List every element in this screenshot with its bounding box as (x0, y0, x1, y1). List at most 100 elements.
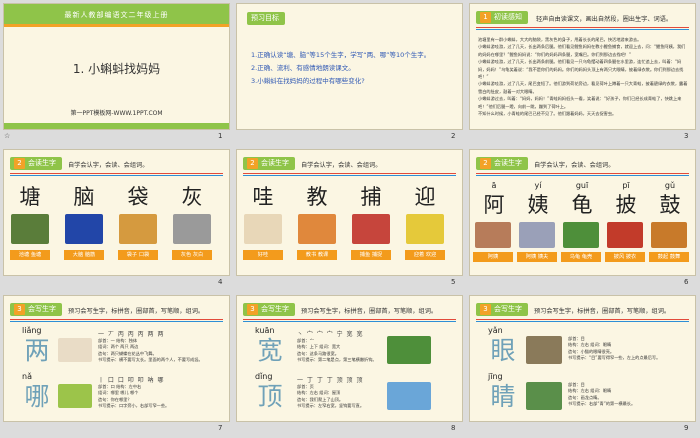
section-header: 1 初读感知 (476, 11, 528, 24)
welcome-image (406, 214, 444, 244)
bottom-band (4, 123, 229, 129)
write-char: 两 (24, 336, 50, 365)
slide-grid: 最新人教部编语文二年级上册 1. 小蝌蚪找妈妈 第一PPT模板网-WWW.1PP… (0, 0, 700, 438)
section-header: 2 会读生字 (476, 157, 528, 170)
instruction-text: 预习会写生字，标拼音，圈部首，写笔顺，组词。 (301, 308, 438, 315)
paragraph: 池塘里有一群小蝌蚪，大大的脑袋，黑灰色的身子，甩着长长的尾巴，快活地游来游去。 (478, 37, 642, 42)
word-tag: 教书 教课 (297, 250, 337, 260)
catch-image (352, 214, 390, 244)
char-illustration (526, 382, 562, 410)
char-illustration (58, 384, 92, 408)
section-header: 2 会读生字 (243, 157, 295, 170)
vocab-char: 迎 (414, 185, 436, 209)
char-pinyin: ā (491, 181, 497, 190)
pond-image (11, 214, 49, 244)
char-illustration (526, 336, 562, 364)
vocab-char: 脑 (73, 185, 95, 209)
slide-thumbnail-7[interactable]: 3 会写生字 预习会写生字，标拼音，圈部首，写笔顺，组词。 liǎng 两 一 丆… (0, 292, 233, 438)
write-char: 哪 (24, 382, 50, 411)
char-notes: 部首：页 结构：左右 组词：屋顶 造句：我们爬上了山顶。 书写提示：左窄右宽，竖… (297, 384, 364, 410)
slide-number: 4 (218, 278, 223, 286)
section-number: 1 (480, 12, 491, 23)
divider-lines (10, 173, 223, 176)
vocab-char: 灰 (181, 185, 203, 209)
slide-number: 7 (218, 424, 223, 432)
instruction-text: 轻声自由读课文，画出自然段，圈出生字、词语。 (536, 16, 673, 23)
char-pinyin: kuān (255, 326, 275, 335)
section-number: 3 (480, 304, 491, 315)
section-header: 2 会读生字 (10, 157, 62, 170)
teacher-image (298, 214, 336, 244)
cape-image (607, 222, 643, 248)
vocab-char: 姨 (527, 193, 549, 217)
divider-lines (243, 319, 456, 322)
slide-thumbnail-9[interactable]: 3 会写生字 预习会写生字，标拼音，圈部首，写笔顺，组词。 yǎn 眼 部首：目 … (466, 292, 699, 438)
vocab-char: 塘 (19, 185, 41, 209)
slide-thumbnail-3[interactable]: 1 初读感知 轻声自由读课文，画出自然段，圈出生字、词语。 池塘里有一群小蝌蚪，大… (466, 0, 699, 146)
section-header: 预习目标 (247, 12, 285, 25)
word-tag: 池塘 鱼塘 (10, 250, 50, 260)
slide-thumbnail-6[interactable]: 2 会读生字 自学会认字，会读、会组词。 ā yí guī pī gǔ 阿 姨 龟… (466, 146, 699, 292)
word-tag: 阿姨 姨夫 (517, 252, 557, 262)
lesson-text: 池塘里有一群小蝌蚪，大大的脑袋，黑灰色的身子，甩着长长的尾巴，快活地游来游去。 … (478, 36, 689, 117)
word-tag: 披风 披衣 (605, 252, 645, 262)
divider-lines (476, 173, 689, 176)
paragraph: 不知什么时候，小青蛙的尾巴已经不见了。他们跟着妈妈，天天去捉害虫。 (478, 111, 617, 117)
brain-image (65, 214, 103, 244)
char-notes: 部首：目 结构：左右 组词：眼睛 造句：画龙点睛。 书写提示：右部“青”的第一横… (568, 382, 635, 408)
write-char: 宽 (257, 336, 283, 365)
vocab-char: 袋 (127, 185, 149, 209)
slide-canvas: 3 会写生字 预习会写生字，标拼音，圈部首，写笔顺，组词。 yǎn 眼 部首：目 … (469, 295, 696, 422)
slide-number: 3 (684, 132, 689, 140)
slide-number: 8 (451, 424, 456, 432)
word-tag: 捕鱼 捕捉 (351, 250, 391, 260)
slide-thumbnail-8[interactable]: 3 会写生字 预习会写生字，标拼音，圈部首，写笔顺，组词。 kuān 宽 丶 宀 … (233, 292, 466, 438)
word-tag: 大脑 脑筋 (64, 250, 104, 260)
word-tag: 迎着 欢迎 (405, 250, 445, 260)
char-notes: 部首：口 结构：左中右 组词：哪里 哪儿 哪个 造句：你在哪里？ 书写提示：口字… (98, 384, 169, 410)
instruction-text: 自学会认字，会读、会组词。 (301, 162, 382, 169)
paragraph: 小蝌蚪游哇游，过了几天，长出两条后腿。他们看见鲤鱼妈妈在教小鲤鱼捕食，就迎上去，… (478, 44, 686, 57)
word-tag: 袋子 口袋 (118, 250, 158, 260)
char-pinyin: jīng (488, 372, 503, 381)
drum-image (651, 222, 687, 248)
slide-thumbnail-4[interactable]: 2 会读生字 自学会认字，会读、会组词。 塘 脑 袋 灰 池塘 鱼塘 大脑 脑筋 … (0, 146, 233, 292)
char-pinyin: pī (622, 181, 630, 190)
write-char: 顶 (257, 382, 283, 411)
section-number: 3 (14, 304, 25, 315)
note-line: 书写提示：第二笔是点，第三笔横撇折钩。 (297, 357, 377, 363)
slide-thumbnail-2[interactable]: 预习目标 1.正确认读“塘、脑”等15个生字，学写“两、哪”等10个生字。 2.… (233, 0, 466, 146)
slide-number: 5 (451, 278, 456, 286)
slide-canvas: 2 会读生字 自学会认字，会读、会组词。 ā yí guī pī gǔ 阿 姨 龟… (469, 149, 696, 276)
section-number: 2 (14, 158, 25, 169)
people-image (475, 222, 511, 248)
slide-number: 9 (684, 424, 689, 432)
elephant-image (173, 214, 211, 244)
char-pinyin: dǐng (255, 372, 273, 381)
word-tag: 阿姨 (473, 252, 513, 262)
word-tag: 灰色 灰白 (172, 250, 212, 260)
stroke-order: 一 丆 丙 丙 丙 两 两 (98, 331, 165, 338)
slide-thumbnail-1[interactable]: 最新人教部编语文二年级上册 1. 小蝌蚪找妈妈 第一PPT模板网-WWW.1PP… (0, 0, 233, 146)
note-line: 书写提示：左窄右宽，竖钩要写直。 (297, 403, 365, 409)
slide-canvas: 最新人教部编语文二年级上册 1. 小蝌蚪找妈妈 第一PPT模板网-WWW.1PP… (3, 3, 230, 130)
stroke-order: 一 丁 丁 丁 顶 顶 顶 (297, 377, 364, 384)
slide-number: 6 (684, 278, 689, 286)
char-illustration (387, 336, 431, 364)
char-pinyin: nǎ (22, 372, 32, 381)
instruction-text: 自学会认字，会读、会组词。 (68, 162, 149, 169)
paragraph: 小蝌蚪游过去，叫着：“妈妈，妈妈！”青蛙妈妈低头一看，笑着说：“好孩子，你们已经… (478, 96, 682, 109)
template-footer: 第一PPT模板网-WWW.1PPT.COM (70, 110, 163, 117)
divider-lines (476, 319, 689, 322)
write-char: 眼 (490, 336, 516, 365)
section-title: 初读感知 (494, 13, 522, 21)
vocab-char: 鼓 (659, 193, 681, 217)
goal-line: 3.小蝌蚪在找妈妈的过程中有哪些变化? (251, 77, 365, 85)
grade-title: 最新人教部编语文二年级上册 (64, 11, 169, 19)
slide-thumbnail-5[interactable]: 2 会读生字 自学会认字，会读、会组词。 哇 教 捕 迎 好哇 教书 教课 捕鱼 … (233, 146, 466, 292)
char-notes: 部首：宀 结构：上下 组词：宽大 造句：这条马路很宽。 书写提示：第二笔是点，第… (297, 338, 377, 364)
slide-canvas: 1 初读感知 轻声自由读课文，画出自然段，圈出生字、词语。 池塘里有一群小蝌蚪，大… (469, 3, 696, 130)
section-title: 会读生字 (261, 159, 289, 167)
instruction-text: 预习会写生字，标拼音，圈部首，写笔顺，组词。 (534, 308, 671, 315)
char-notes: 部首：目 结构：左右 组词：眼睛 造句：小猫的眼睛很亮。 书写提示：“目”要写得… (568, 336, 660, 362)
